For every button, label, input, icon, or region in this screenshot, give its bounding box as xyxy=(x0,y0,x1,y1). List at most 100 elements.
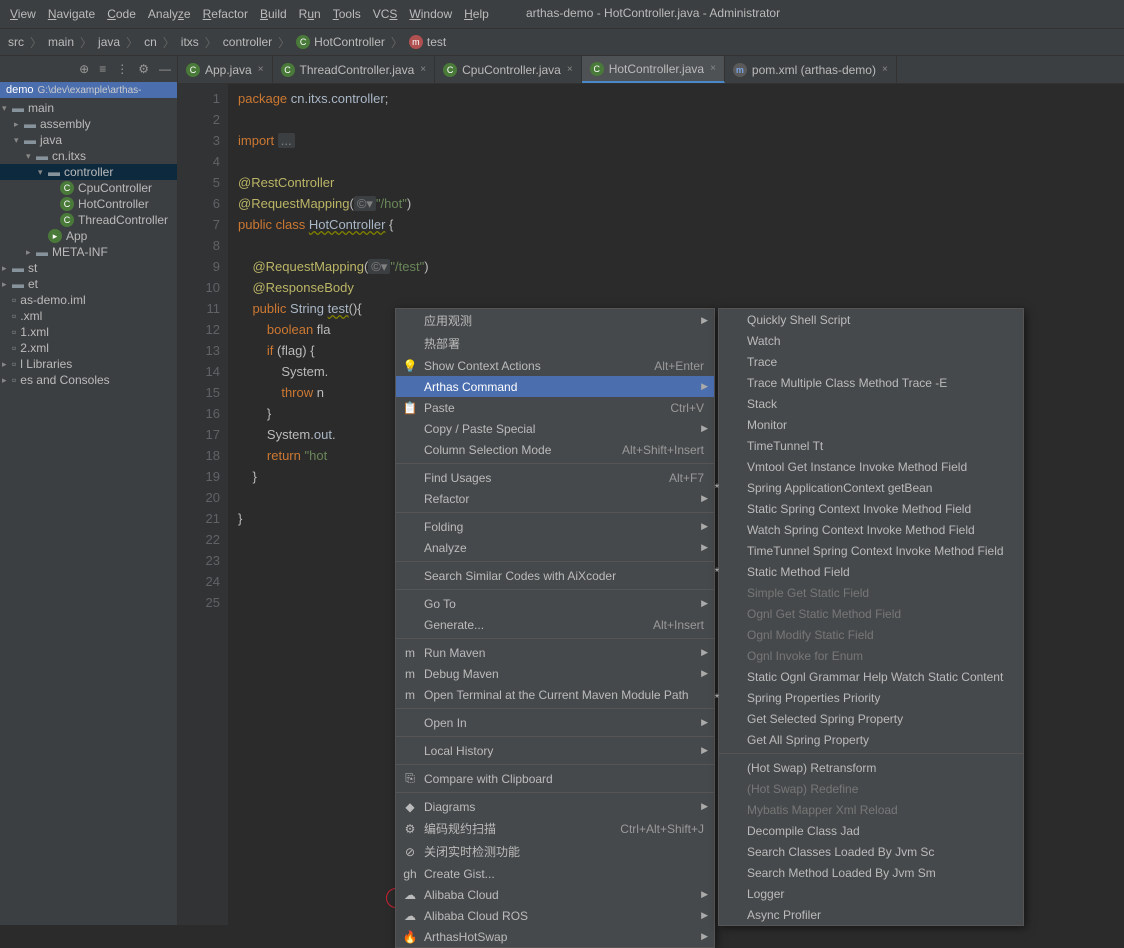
menu-item[interactable]: Stack xyxy=(719,393,1023,414)
menu-item[interactable]: Refactor▶ xyxy=(396,488,714,509)
menu-view[interactable]: View xyxy=(4,7,42,21)
tree-item[interactable]: ▸▫es and Consoles xyxy=(0,372,177,388)
tree-item[interactable]: ▾▬main xyxy=(0,100,177,116)
menu-item[interactable]: (Hot Swap) Retransform xyxy=(719,757,1023,778)
crumb[interactable]: controller xyxy=(219,35,276,49)
menu-item[interactable]: ⎘Compare with Clipboard xyxy=(396,768,714,789)
menu-item[interactable]: Logger xyxy=(719,883,1023,904)
editor-tab[interactable]: CThreadController.java× xyxy=(273,56,436,83)
menu-item[interactable]: Watch Spring Context Invoke Method Field xyxy=(719,519,1023,540)
tree-item[interactable]: ▫as-demo.iml xyxy=(0,292,177,308)
tree-item[interactable]: ▫.xml xyxy=(0,308,177,324)
menu-item[interactable]: Get Selected Spring Property xyxy=(719,708,1023,729)
settings-icon[interactable]: ⚙ xyxy=(138,62,149,76)
close-icon[interactable]: × xyxy=(258,64,264,75)
tree-item[interactable]: ▾▬controller xyxy=(0,164,177,180)
tree-item[interactable]: ▾▬java xyxy=(0,132,177,148)
close-icon[interactable]: × xyxy=(567,64,573,75)
menu-analyze[interactable]: Analyze xyxy=(142,7,197,21)
menu-item[interactable]: Analyze▶ xyxy=(396,537,714,558)
menu-help[interactable]: Help xyxy=(458,7,495,21)
menu-item[interactable]: Open In▶ xyxy=(396,712,714,733)
menu-item[interactable]: *Static Method Field xyxy=(719,561,1023,582)
crumb[interactable]: itxs xyxy=(177,35,203,49)
tree-item[interactable]: ▸▬META-INF xyxy=(0,244,177,260)
menu-item[interactable]: Folding▶ xyxy=(396,516,714,537)
menu-item[interactable]: Static Ognl Grammar Help Watch Static Co… xyxy=(719,666,1023,687)
menu-item[interactable]: Arthas Command▶ xyxy=(396,376,714,397)
menu-window[interactable]: Window xyxy=(403,7,458,21)
menu-item[interactable]: ◆Diagrams▶ xyxy=(396,796,714,817)
editor-tab[interactable]: CHotController.java× xyxy=(582,56,725,83)
tree-item[interactable]: ▫1.xml xyxy=(0,324,177,340)
menu-run[interactable]: Run xyxy=(293,7,327,21)
tree-item[interactable]: ▸▬assembly xyxy=(0,116,177,132)
menu-item[interactable]: *Spring ApplicationContext getBean xyxy=(719,477,1023,498)
crumb[interactable]: main xyxy=(44,35,78,49)
close-icon[interactable]: × xyxy=(882,64,888,75)
crumb[interactable]: src xyxy=(4,35,28,49)
menu-item[interactable]: Get All Spring Property xyxy=(719,729,1023,750)
hide-icon[interactable]: — xyxy=(159,62,171,76)
editor-tab[interactable]: CCpuController.java× xyxy=(435,56,582,83)
menu-item[interactable]: Copy / Paste Special▶ xyxy=(396,418,714,439)
tree-item[interactable]: ▫2.xml xyxy=(0,340,177,356)
tree-item[interactable]: CThreadController xyxy=(0,212,177,228)
project-root[interactable]: demo G:\dev\example\arthas- xyxy=(0,82,177,98)
menu-item[interactable]: *Spring Properties Priority xyxy=(719,687,1023,708)
menu-item[interactable]: 📋PasteCtrl+V xyxy=(396,397,714,418)
crumb[interactable]: java xyxy=(94,35,124,49)
editor-tab[interactable]: CApp.java× xyxy=(178,56,273,83)
menu-item[interactable]: 应用观测▶ xyxy=(396,309,714,332)
menu-build[interactable]: Build xyxy=(254,7,293,21)
menu-item[interactable]: 热部署 xyxy=(396,332,714,355)
collapse-icon[interactable]: ⋮ xyxy=(116,62,128,76)
menu-item[interactable]: Find UsagesAlt+F7 xyxy=(396,467,714,488)
menu-item[interactable]: mDebug Maven▶ xyxy=(396,663,714,684)
close-icon[interactable]: × xyxy=(710,63,716,74)
crumb[interactable]: CHotController xyxy=(292,35,389,49)
menu-item[interactable]: TimeTunnel Tt xyxy=(719,435,1023,456)
menu-item[interactable]: Search Similar Codes with AiXcoder xyxy=(396,565,714,586)
crumb[interactable]: mtest xyxy=(405,35,450,49)
menu-refactor[interactable]: Refactor xyxy=(197,7,254,21)
close-icon[interactable]: × xyxy=(420,64,426,75)
menu-vcs[interactable]: VCS xyxy=(367,7,404,21)
menu-item[interactable]: 💡Show Context ActionsAlt+Enter xyxy=(396,355,714,376)
menu-navigate[interactable]: Navigate xyxy=(42,7,101,21)
menu-item[interactable]: Go To▶ xyxy=(396,593,714,614)
menu-item[interactable]: Trace xyxy=(719,351,1023,372)
tree-item[interactable]: CHotController xyxy=(0,196,177,212)
menu-item[interactable]: Decompile Class Jad xyxy=(719,820,1023,841)
target-icon[interactable]: ⊕ xyxy=(79,62,89,76)
tree-item[interactable]: ▸▬st xyxy=(0,260,177,276)
tree-item[interactable]: ▸App xyxy=(0,228,177,244)
menu-item[interactable]: Monitor xyxy=(719,414,1023,435)
menu-item[interactable]: ghCreate Gist... xyxy=(396,863,714,884)
menu-item[interactable]: ⚙编码规约扫描Ctrl+Alt+Shift+J xyxy=(396,817,714,840)
tree-item[interactable]: ▸▫l Libraries xyxy=(0,356,177,372)
menu-item[interactable]: Generate...Alt+Insert xyxy=(396,614,714,635)
menu-tools[interactable]: Tools xyxy=(327,7,367,21)
menu-item[interactable]: Trace Multiple Class Method Trace -E xyxy=(719,372,1023,393)
menu-item[interactable]: Vmtool Get Instance Invoke Method Field xyxy=(719,456,1023,477)
menu-item[interactable]: 🔥ArthasHotSwap▶ xyxy=(396,926,714,947)
menu-code[interactable]: Code xyxy=(101,7,142,21)
crumb[interactable]: cn xyxy=(140,35,161,49)
tree-item[interactable]: ▸▬et xyxy=(0,276,177,292)
tree-item[interactable]: CCpuController xyxy=(0,180,177,196)
menu-item[interactable]: Local History▶ xyxy=(396,740,714,761)
editor-tab[interactable]: mpom.xml (arthas-demo)× xyxy=(725,56,897,83)
menu-item[interactable]: Async Profiler xyxy=(719,904,1023,925)
menu-item[interactable]: Static Spring Context Invoke Method Fiel… xyxy=(719,498,1023,519)
menu-item[interactable]: ☁Alibaba Cloud ROS▶ xyxy=(396,905,714,926)
menu-item[interactable]: Quickly Shell Script xyxy=(719,309,1023,330)
menu-item[interactable]: Search Method Loaded By Jvm Sm xyxy=(719,862,1023,883)
menu-item[interactable]: Watch xyxy=(719,330,1023,351)
menu-item[interactable]: Search Classes Loaded By Jvm Sc xyxy=(719,841,1023,862)
menu-item[interactable]: mOpen Terminal at the Current Maven Modu… xyxy=(396,684,714,705)
expand-icon[interactable]: ≡ xyxy=(99,62,106,76)
menu-item[interactable]: Column Selection ModeAlt+Shift+Insert xyxy=(396,439,714,460)
menu-item[interactable]: mRun Maven▶ xyxy=(396,642,714,663)
tree-item[interactable]: ▾▬cn.itxs xyxy=(0,148,177,164)
